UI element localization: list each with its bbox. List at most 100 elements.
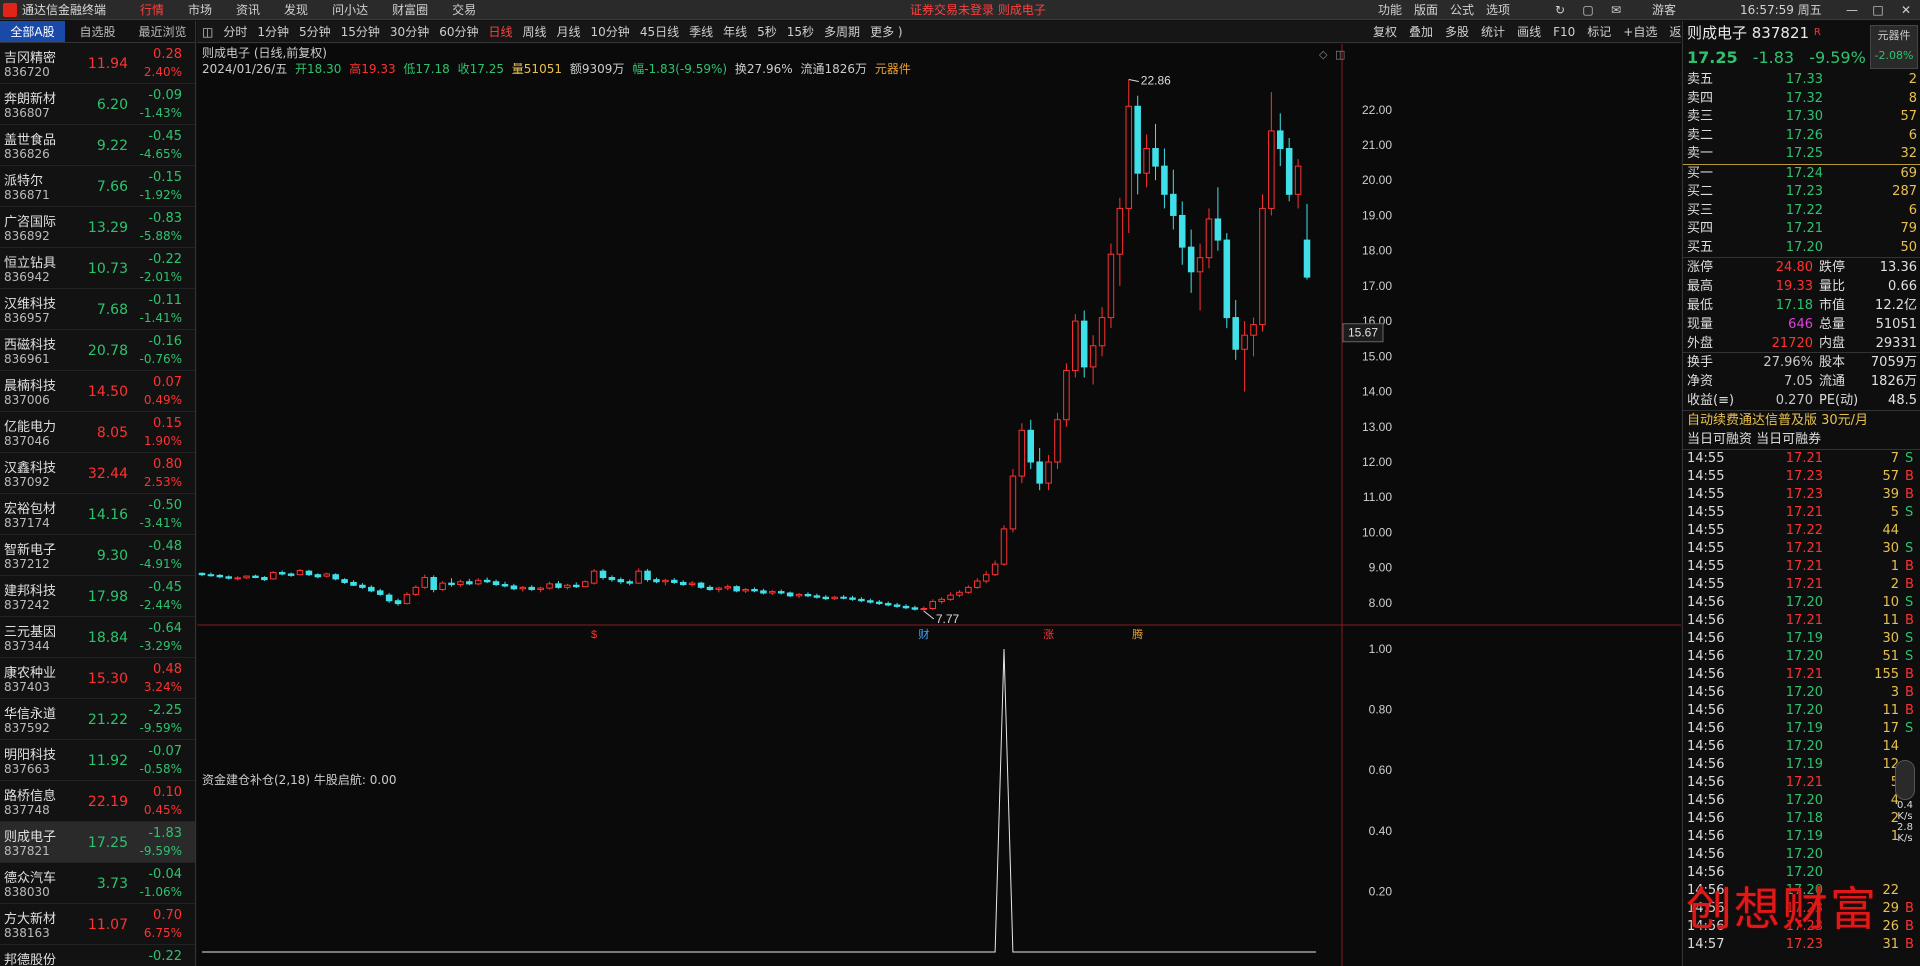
- stock-change: 0.15: [153, 416, 182, 431]
- candle-body: [742, 588, 749, 592]
- kline-chart[interactable]: 22.0021.0020.0019.0018.0017.0016.0015.00…: [197, 44, 1681, 966]
- period-1[interactable]: 1分钟: [252, 21, 294, 43]
- right-menu-item-1[interactable]: 版面: [1408, 0, 1444, 20]
- candle-body: [956, 591, 963, 596]
- close-icon[interactable]: ✕: [1894, 0, 1918, 20]
- list-tab-2[interactable]: 最近浏览: [130, 21, 195, 42]
- period-0[interactable]: 分时: [218, 21, 252, 43]
- chart-tool-4[interactable]: 画线: [1511, 25, 1547, 39]
- menu-item-1[interactable]: 市场: [176, 0, 224, 20]
- stock-row[interactable]: 路桥信息 837748 22.19 0.10 0.45%: [0, 781, 195, 822]
- stat-value: 7.05: [1784, 374, 1813, 389]
- stock-pct: 6.75%: [143, 926, 182, 940]
- menu-item-4[interactable]: 问小达: [320, 0, 380, 20]
- stock-row[interactable]: 康农种业 837403 15.30 0.48 3.24%: [0, 658, 195, 699]
- chart-menu-icon[interactable]: ◫: [197, 21, 218, 43]
- stock-row[interactable]: 邦德股份 -0.22: [0, 945, 195, 966]
- period-8[interactable]: 月线: [552, 21, 586, 43]
- chart-tool-7[interactable]: +自选: [1617, 25, 1663, 39]
- candle-body: [1196, 257, 1204, 273]
- tick-price: 17.21: [1785, 613, 1823, 628]
- tick-price: 17.20: [1785, 595, 1823, 610]
- period-13[interactable]: 5秒: [752, 21, 782, 43]
- chart-tool-3[interactable]: 统计: [1475, 25, 1511, 39]
- stock-row[interactable]: 晨楠科技 837006 14.50 0.07 0.49%: [0, 371, 195, 412]
- period-2[interactable]: 5分钟: [294, 21, 336, 43]
- stock-name: 三元基因: [4, 625, 57, 640]
- stock-row[interactable]: 奔朗新材 836807 6.20 -0.09 -1.43%: [0, 84, 195, 125]
- stock-row[interactable]: 方大新材 838163 11.07 0.70 6.75%: [0, 904, 195, 945]
- mail-icon[interactable]: ✉: [1604, 0, 1628, 20]
- chart-tool-5[interactable]: F10: [1547, 25, 1581, 39]
- period-12[interactable]: 年线: [718, 21, 752, 43]
- stock-row[interactable]: 德众汽车 838030 3.73 -0.04 -1.06%: [0, 863, 195, 904]
- stock-row[interactable]: 华信永道 837592 21.22 -2.25 -9.59%: [0, 699, 195, 740]
- stock-row[interactable]: 三元基因 837344 18.84 -0.64 -3.29%: [0, 617, 195, 658]
- guest-label[interactable]: 游客: [1652, 0, 1676, 20]
- stock-row[interactable]: 明阳科技 837663 11.92 -0.07 -0.58%: [0, 740, 195, 781]
- period-5[interactable]: 60分钟: [434, 21, 483, 43]
- stock-row[interactable]: 派特尔 836871 7.66 -0.15 -1.92%: [0, 166, 195, 207]
- stock-row[interactable]: 盖世食品 836826 9.22 -0.45 -4.65%: [0, 125, 195, 166]
- period-9[interactable]: 10分钟: [586, 21, 635, 43]
- period-4[interactable]: 30分钟: [385, 21, 434, 43]
- stock-row[interactable]: 恒立钻具 836942 10.73 -0.22 -2.01%: [0, 248, 195, 289]
- candle-body: [840, 596, 847, 599]
- chart-tool-0[interactable]: 复权: [1367, 25, 1403, 39]
- period-16[interactable]: 更多 ): [865, 21, 908, 43]
- stock-row[interactable]: 亿能电力 837046 8.05 0.15 1.90%: [0, 412, 195, 453]
- stock-row[interactable]: 汉维科技 836957 7.68 -0.11 -1.41%: [0, 289, 195, 330]
- candle-body: [1178, 214, 1186, 248]
- stock-row[interactable]: 西磁科技 836961 20.78 -0.16 -0.76%: [0, 330, 195, 371]
- candle-body: [982, 574, 990, 582]
- period-10[interactable]: 45日线: [635, 21, 684, 43]
- stock-row[interactable]: 智新电子 837212 9.30 -0.48 -4.91%: [0, 535, 195, 576]
- right-menu-item-0[interactable]: 功能: [1372, 0, 1408, 20]
- tick-volume: 12: [1882, 757, 1899, 772]
- chart-tool-2[interactable]: 多股: [1439, 25, 1475, 39]
- chart-tool-1[interactable]: 叠加: [1403, 25, 1439, 39]
- period-14[interactable]: 15秒: [782, 21, 819, 43]
- stock-row[interactable]: 宏裕包材 837174 14.16 -0.50 -3.41%: [0, 494, 195, 535]
- stock-row[interactable]: 吉冈精密 836720 11.94 0.28 2.40%: [0, 43, 195, 84]
- stock-row[interactable]: 则成电子 837821 17.25 -1.83 -9.59%: [0, 822, 195, 863]
- stock-price: 21.22: [87, 712, 128, 728]
- stock-row[interactable]: 汉鑫科技 837092 32.44 0.80 2.53%: [0, 453, 195, 494]
- tick-time: 14:56: [1687, 793, 1725, 808]
- stock-change: -0.15: [148, 170, 182, 185]
- right-menu-item-3[interactable]: 选项: [1480, 0, 1516, 20]
- tick-volume: 57: [1882, 469, 1899, 484]
- menu-item-3[interactable]: 发现: [272, 0, 320, 20]
- list-tab-1[interactable]: 自选股: [65, 21, 130, 42]
- stock-code: 836892: [4, 229, 50, 243]
- stock-change: -0.04: [148, 867, 182, 882]
- maximize-icon[interactable]: □: [1866, 0, 1890, 20]
- indicator-title[interactable]: 资金建仓补仓(2,18) 牛股启航: 0.00: [202, 771, 396, 788]
- period-6[interactable]: 日线: [483, 21, 517, 43]
- period-15[interactable]: 多周期: [819, 21, 865, 43]
- tick-price: 17.21: [1785, 505, 1823, 520]
- period-11[interactable]: 季线: [684, 21, 718, 43]
- tick-side: B: [1905, 469, 1914, 484]
- minimize-icon[interactable]: —: [1840, 0, 1864, 20]
- right-menu-item-2[interactable]: 公式: [1444, 0, 1480, 20]
- list-tab-0[interactable]: 全部A股: [0, 21, 65, 42]
- refresh-icon[interactable]: ↻: [1548, 0, 1572, 20]
- event-marker: 财: [918, 627, 929, 641]
- stock-row[interactable]: 建邦科技 837242 17.98 -0.45 -2.44%: [0, 576, 195, 617]
- menu-item-6[interactable]: 交易: [440, 0, 488, 20]
- phone-icon[interactable]: ▢: [1576, 0, 1600, 20]
- ad-banner[interactable]: 自动续费通达信普及版 30元/月: [1683, 410, 1920, 430]
- menu-item-5[interactable]: 财富圈: [380, 0, 440, 20]
- stock-pct: -1.92%: [139, 188, 182, 202]
- menu-item-2[interactable]: 资讯: [224, 0, 272, 20]
- info-concept[interactable]: 元器件: [875, 62, 911, 76]
- period-7[interactable]: 周线: [518, 21, 552, 43]
- period-3[interactable]: 15分钟: [336, 21, 385, 43]
- chart-info: 则成电子 (日线,前复权) 2024/01/26/五 开18.30 高19.33…: [202, 45, 915, 77]
- chart-tool-6[interactable]: 标记: [1581, 25, 1617, 39]
- menu-item-0[interactable]: 行情: [128, 0, 176, 20]
- sector-tag[interactable]: 元器件 -2.08%: [1870, 25, 1918, 69]
- login-notice[interactable]: 证券交易未登录 则成电子: [910, 0, 1046, 20]
- stock-row[interactable]: 广咨国际 836892 13.29 -0.83 -5.88%: [0, 207, 195, 248]
